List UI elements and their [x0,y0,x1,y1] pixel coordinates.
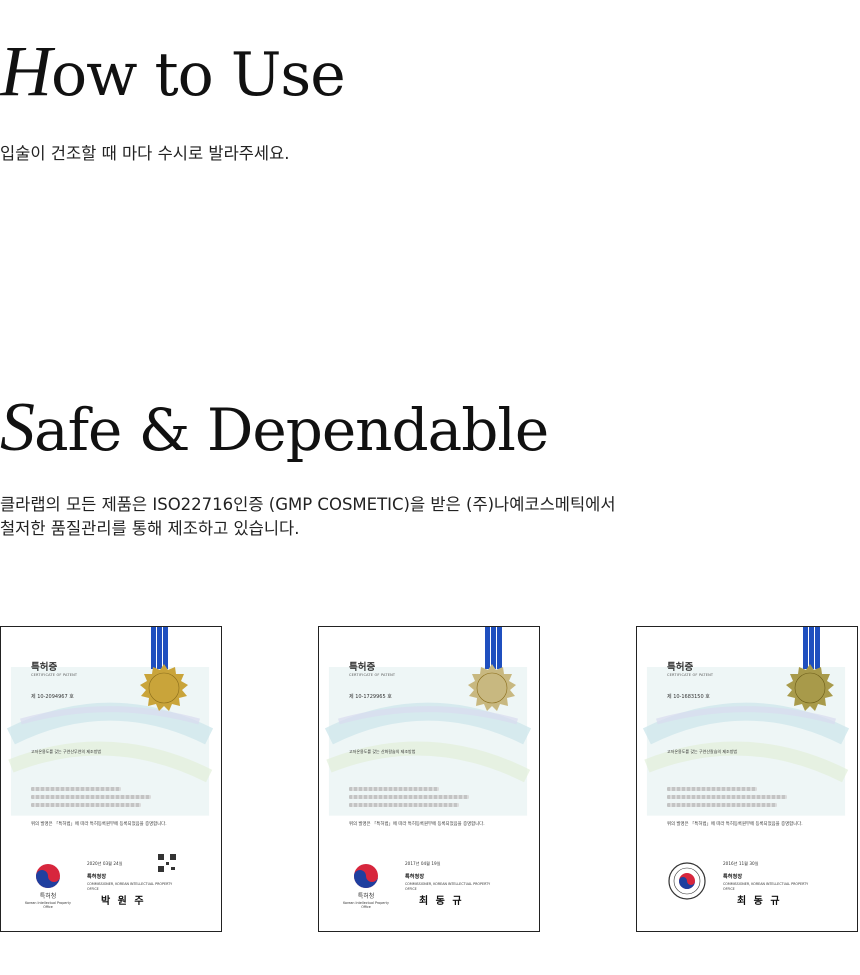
how-to-use-text: 입술이 건조할 때 마다 수시로 발라주세요. [0,144,290,163]
certificate-title: 특허증 [31,662,58,673]
certificate-date: 2016년 11월 30일 [723,861,759,866]
certificate-statement: 위의 발명은 「특허법」에 따라 특허등록원부에 등록되었음을 증명합니다. [31,822,167,827]
certificate-number: 제 10-2094967 호 [31,694,74,700]
certificate-office: 특허청장 [405,874,425,880]
certificate-commissioner: COMMISSIONER, KOREAN INTELLECTUAL PROPER… [723,882,809,891]
certificate-commissioner: COMMISSIONER, KOREAN INTELLECTUAL PROPER… [405,882,491,891]
safe-dependable-heading: Safe & Dependable [0,388,549,468]
gold-seal-icon [786,664,834,711]
emblem-sub: Korean Intellectual Property Office [343,901,389,909]
certificate-signature: 박 원 주 [101,896,146,907]
safe-dependable-heading-rest: afe & Dependable [34,396,549,464]
patent-certificate: 특허증 CERTIFICATE OF PATENT 제 10-1729965 호… [318,626,540,932]
emblem-label: 특허청 [357,893,375,900]
gold-seal-icon [468,664,516,711]
certificate-office: 특허청장 [723,874,743,880]
kipo-taeguk-icon [354,864,378,888]
certificate-title: 특허증 [349,662,376,673]
safe-text-line-1: 클라랩의 모든 제품은 ISO22716인증 (GMP COSMETIC)을 받… [0,495,616,514]
kipo-round-seal-icon [668,862,706,900]
patent-certificate: 특허증 CERTIFICATE OF PATENT 제 10-2094967 호… [0,626,222,932]
kipo-taeguk-icon [36,864,60,888]
certificate-statement: 위의 발명은 「특허법」에 따라 특허등록원부에 등록되었음을 증명합니다. [349,822,485,827]
certificate-subtitle: CERTIFICATE OF PATENT [349,673,396,677]
how-to-use-heading: How to Use [0,30,346,113]
how-to-use-heading-initial: H [0,31,52,111]
certificate-invention: 고저온용도를 갖는 구연산무연의 제조방법 [31,749,102,754]
certificate-invention: 고저온용도를 갖는 구연산칼슘의 제조방법 [667,749,738,754]
gold-seal-icon [140,664,188,711]
emblem-sub: Korean Intellectual Property Office [25,901,71,909]
certificate-office: 특허청장 [87,874,107,880]
certificate-subtitle: CERTIFICATE OF PATENT [31,673,78,677]
certificate-title: 특허증 [667,662,694,673]
safe-text-line-2: 철저한 품질관리를 통해 제조하고 있습니다. [0,519,300,538]
qr-code-icon [157,853,177,873]
how-to-use-heading-rest: ow to Use [51,40,346,110]
certificate-number: 제 10-1683150 호 [667,694,710,700]
certificate-subtitle: CERTIFICATE OF PATENT [667,673,714,677]
emblem-label: 특허청 [39,893,57,900]
patent-certificate: 특허증 CERTIFICATE OF PATENT 제 10-1683150 호… [636,626,858,932]
certificate-invention: 고저온용도를 갖는 산화칼슘의 제조방법 [349,749,416,754]
certificate-signature: 최 동 규 [737,896,782,907]
certificate-date: 2017년 04월 19일 [405,861,441,866]
certificate-commissioner: COMMISSIONER, KOREAN INTELLECTUAL PROPER… [87,882,173,891]
certificate-number: 제 10-1729965 호 [349,694,392,700]
certificate-signature: 최 동 규 [419,896,464,907]
certificate-date: 2020년 03월 24일 [87,861,123,866]
certificate-statement: 위의 발명은 「특허법」에 따라 특허등록원부에 등록되었음을 증명합니다. [667,822,803,827]
safe-dependable-heading-initial: S [0,389,35,466]
